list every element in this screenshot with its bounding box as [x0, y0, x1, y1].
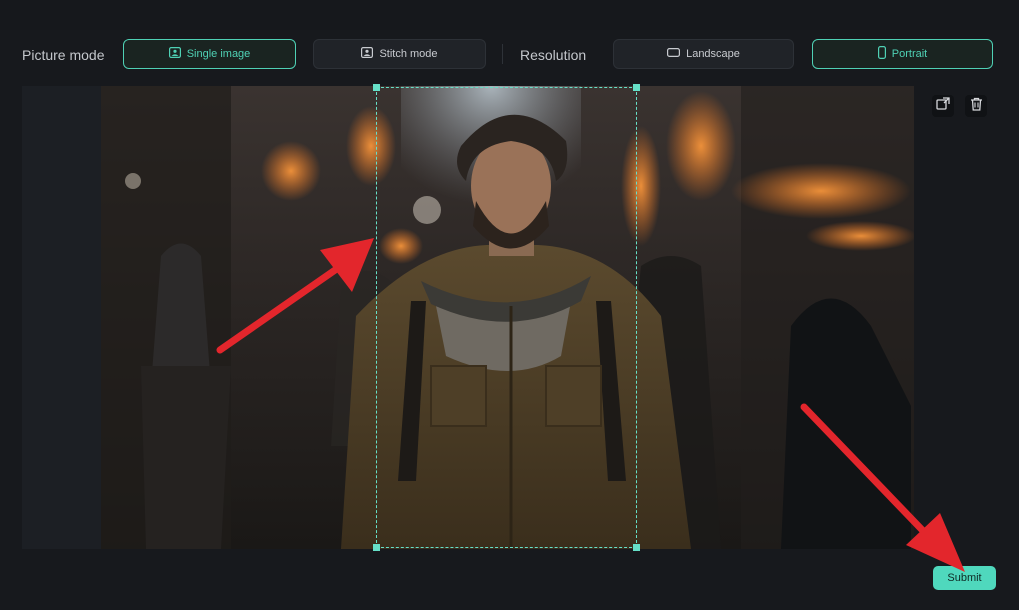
portrait-icon	[877, 46, 886, 62]
crop-handle-bottom-right[interactable]	[633, 544, 640, 551]
single-image-button[interactable]: Single image	[123, 39, 296, 69]
landscape-icon	[667, 48, 681, 60]
delete-image-button[interactable]	[965, 95, 987, 117]
crop-handle-top-right[interactable]	[633, 84, 640, 91]
crop-handle-bottom-left[interactable]	[373, 544, 380, 551]
trash-icon	[970, 97, 983, 116]
portrait-label: Portrait	[891, 48, 928, 60]
replace-image-button[interactable]	[932, 95, 954, 117]
resolution-label: Resolution	[520, 47, 587, 63]
crop-handle-top-left[interactable]	[373, 84, 380, 91]
image-icon	[168, 47, 181, 61]
picture-mode-label: Picture mode	[22, 47, 105, 63]
top-bar	[0, 0, 1019, 30]
landscape-label: Landscape	[686, 48, 740, 60]
stitch-icon	[361, 47, 374, 61]
submit-button[interactable]: Submit	[933, 566, 996, 590]
single-image-label: Single image	[186, 48, 251, 60]
toolbar-divider	[502, 44, 503, 64]
landscape-button[interactable]: Landscape	[613, 39, 794, 69]
stitch-mode-label: Stitch mode	[379, 48, 438, 60]
stitch-mode-button[interactable]: Stitch mode	[313, 39, 486, 69]
portrait-button[interactable]: Portrait	[812, 39, 993, 69]
replace-image-icon	[936, 96, 950, 116]
crop-frame[interactable]	[373, 84, 640, 551]
